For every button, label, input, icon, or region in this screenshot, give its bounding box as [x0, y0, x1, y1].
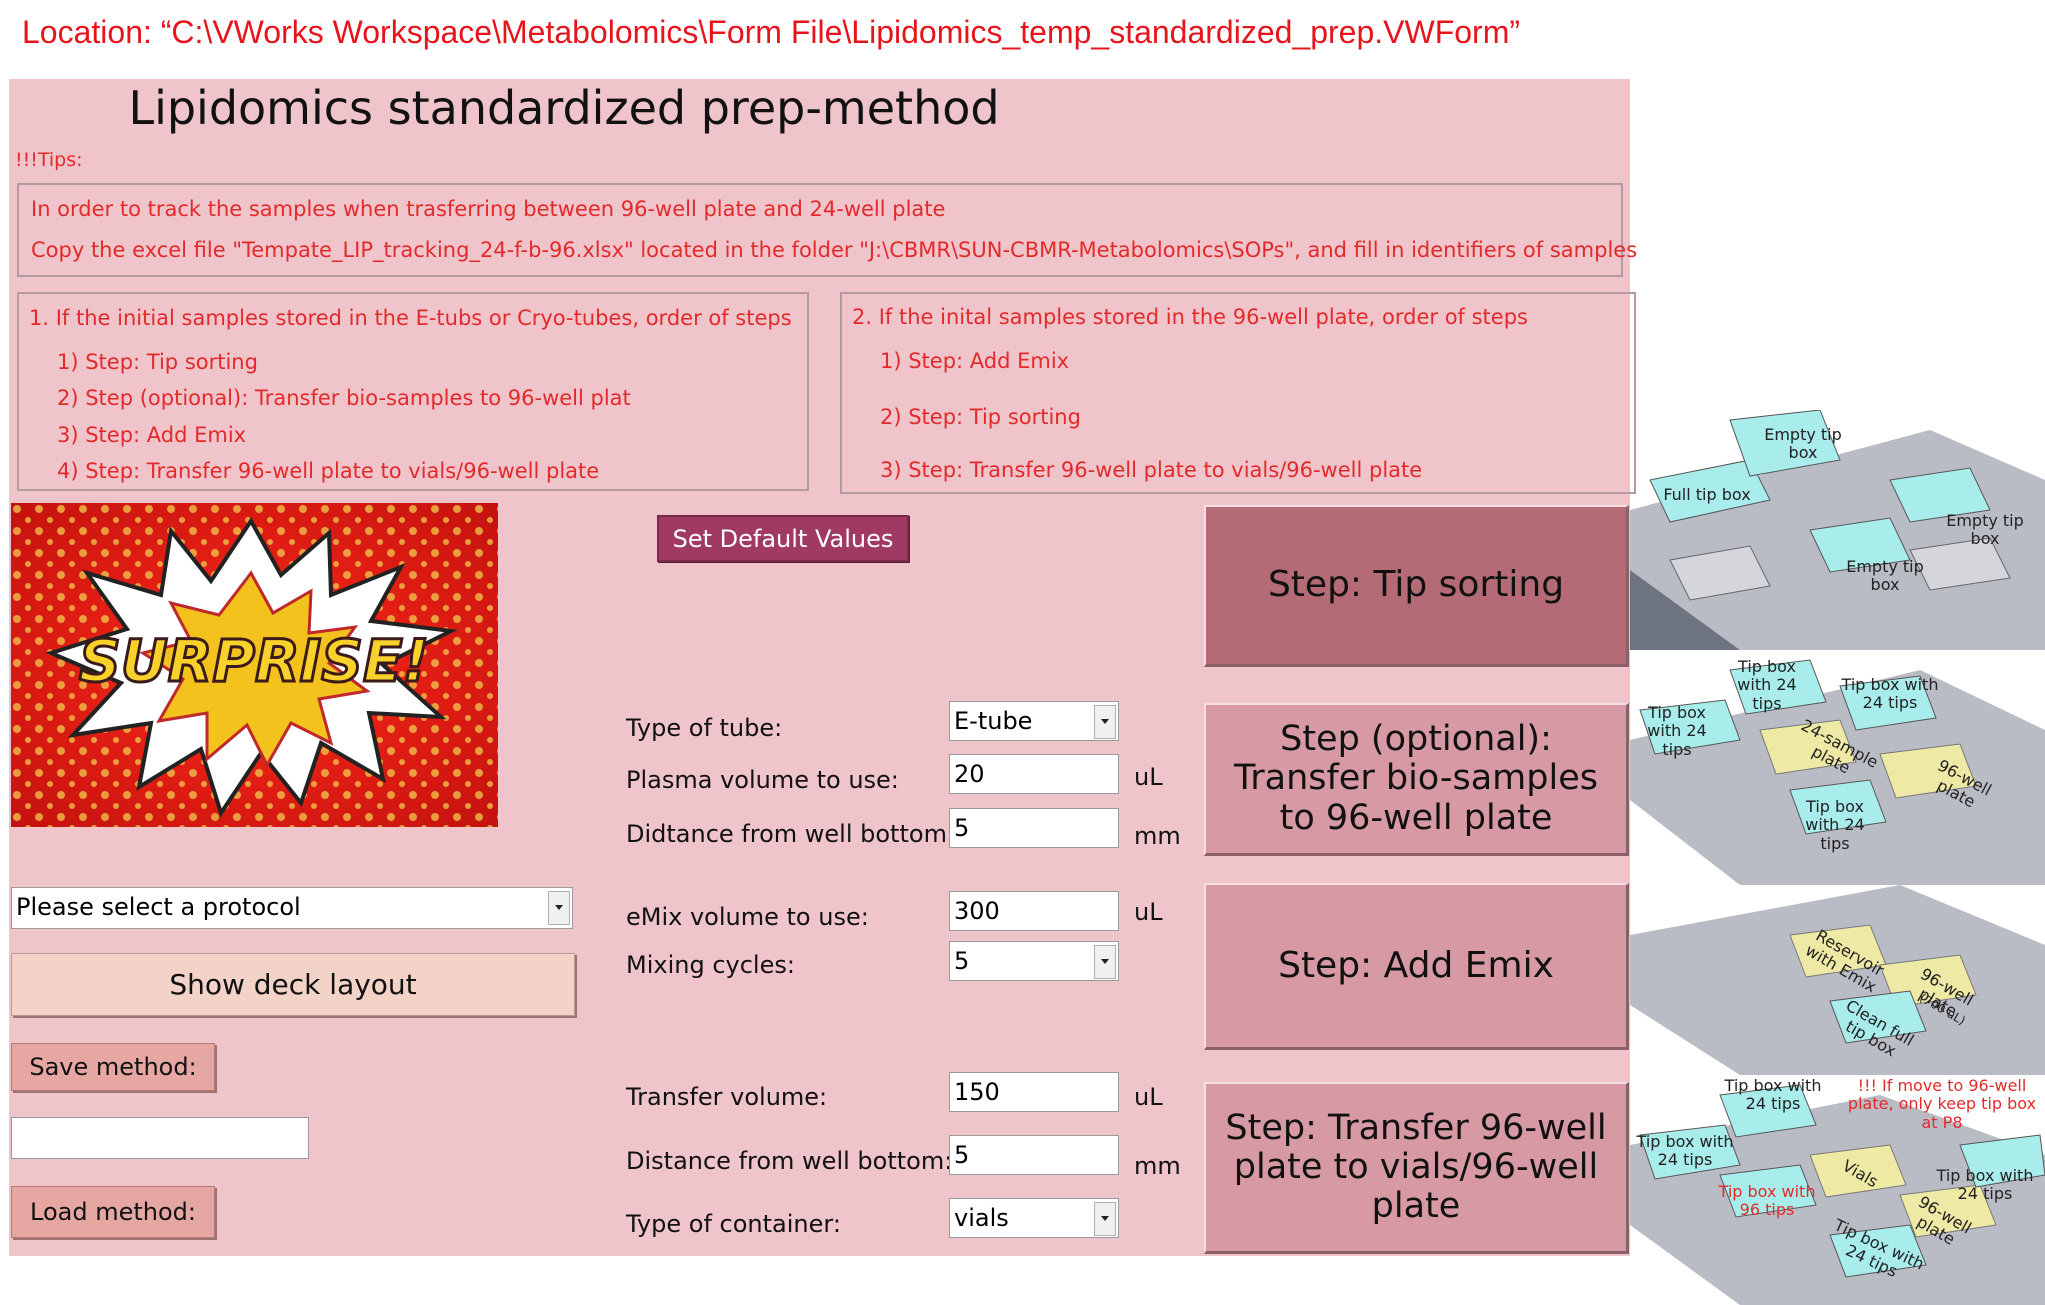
step-transfer-96-label: Step: Transfer 96-well plate to vials/96… [1225, 1107, 1607, 1227]
deck-image-add-emix: Reservoir with Emix 96-well plate (700 u… [1630, 885, 2045, 1075]
step-tip-sorting-button[interactable]: Step: Tip sorting [1204, 505, 1629, 667]
save-method-button[interactable]: Save method: [11, 1043, 215, 1091]
container-type-select[interactable]: vials [949, 1198, 1119, 1238]
plasma-volume-unit: uL [1134, 763, 1163, 791]
form-title: Lipidomics standardized prep-method [128, 81, 1000, 135]
emix-volume-input[interactable]: 300 [949, 891, 1119, 931]
deck4-label: Tip box with 24 tips [1936, 1166, 2034, 1204]
distance2-label: Distance from well bottom: [626, 1147, 953, 1175]
tips-box: In order to track the samples when trasf… [17, 183, 1637, 277]
step-tip-sorting-label: Step: Tip sorting [1267, 564, 1565, 606]
emix-volume-label: eMix volume to use: [626, 903, 869, 931]
location-caption: Location: “C:\VWorks Workspace\Metabolom… [22, 14, 1521, 50]
mixing-cycles-label: Mixing cycles: [626, 951, 795, 979]
plasma-volume-input[interactable]: 20 [949, 754, 1119, 794]
mixing-cycles-value: 5 [954, 947, 970, 975]
step-transfer-bio-button[interactable]: Step (optional): Transfer bio-samples to… [1204, 703, 1629, 856]
surprise-text: SURPRISE! [79, 627, 429, 695]
step-add-emix-label: Step: Add Emix [1278, 944, 1554, 986]
tube-type-select[interactable]: E-tube [949, 701, 1119, 741]
chevron-down-icon[interactable] [548, 891, 570, 925]
load-method-button[interactable]: Load method: [11, 1186, 215, 1238]
transfer-volume-label: Transfer volume: [626, 1083, 828, 1111]
tips-line-1: In order to track the samples when trasf… [31, 197, 946, 221]
vworks-form: Lipidomics standardized prep-method !!!T… [9, 79, 1637, 1256]
deck4-warning: !!! If move to 96-well plate, only keep … [1847, 1076, 2037, 1132]
deck1-label: Full tip box [1663, 485, 1751, 504]
deck4-label: Tip box with 96 tips [1718, 1182, 1816, 1220]
container-type-value: vials [954, 1204, 1009, 1232]
case1-step: 1) Step: Tip sorting [57, 350, 258, 374]
deck1-label: Empty tip box [1846, 557, 1924, 595]
step-transfer-bio-label: Step (optional): Transfer bio-samples to… [1234, 719, 1598, 838]
distance2-input[interactable]: 5 [949, 1135, 1119, 1175]
emix-volume-unit: uL [1134, 898, 1163, 926]
case1-box: 1. If the initial samples stored in the … [17, 292, 809, 491]
deck2-label: Tip box with 24 tips [1647, 703, 1707, 759]
case1-step: 2) Step (optional): Transfer bio-samples… [57, 386, 631, 410]
distance1-label: Didtance from well bottom: [626, 820, 956, 848]
deck4-label: Tip box with 24 tips [1724, 1076, 1822, 1114]
case2-box: 2. If the inital samples stored in the 9… [840, 292, 1636, 494]
chevron-down-icon[interactable] [1094, 945, 1116, 979]
container-type-label: Type of container: [626, 1210, 841, 1238]
mixing-cycles-select[interactable]: 5 [949, 941, 1119, 981]
protocol-select-value: Please select a protocol [16, 893, 301, 921]
set-default-values-button[interactable]: Set Default Values [657, 515, 909, 562]
chevron-down-icon[interactable] [1094, 1202, 1116, 1236]
transfer-volume-input[interactable]: 150 [949, 1072, 1119, 1112]
distance1-input[interactable]: 5 [949, 808, 1119, 848]
chevron-down-icon[interactable] [1094, 705, 1116, 739]
deck-image-transfer-96: Tip box with 24 tips !!! If move to 96-w… [1630, 1075, 2045, 1305]
case1-step: 4) Step: Transfer 96-well plate to vials… [57, 459, 600, 483]
case2-heading: 2. If the inital samples stored in the 9… [852, 305, 1528, 329]
deck1-label: Empty tip box [1946, 511, 2024, 549]
distance2-unit: mm [1134, 1152, 1181, 1180]
case1-heading: 1. If the initial samples stored in the … [29, 306, 792, 330]
distance1-unit: mm [1134, 822, 1181, 850]
step-add-emix-button[interactable]: Step: Add Emix [1204, 883, 1629, 1050]
show-deck-layout-button[interactable]: Show deck layout [11, 953, 575, 1016]
case2-step: 2) Step: Tip sorting [880, 405, 1081, 429]
step-transfer-96-button[interactable]: Step: Transfer 96-well plate to vials/96… [1204, 1082, 1629, 1254]
deck2-label: Tip box with 24 tips [1737, 657, 1797, 713]
case2-step: 1) Step: Add Emix [880, 349, 1070, 373]
transfer-volume-unit: uL [1134, 1083, 1163, 1111]
plasma-volume-label: Plasma volume to use: [626, 766, 899, 794]
surprise-image: SURPRISE! [11, 503, 498, 827]
deck2-label: Tip box with 24 tips [1805, 797, 1865, 853]
deck-image-tip-sorting: Empty tip box Full tip box Empty tip box… [1630, 410, 2045, 650]
deck1-label: Empty tip box [1764, 425, 1842, 463]
tips-line-2: Copy the excel file "Tempate_LIP_trackin… [31, 238, 1638, 262]
tips-label: !!!Tips: [15, 149, 83, 171]
protocol-select[interactable]: Please select a protocol [11, 887, 573, 929]
case2-step: 3) Step: Transfer 96-well plate to vials… [880, 458, 1423, 482]
deck-illustration [1630, 885, 2045, 1075]
case1-step: 3) Step: Add Emix [57, 423, 247, 447]
tube-type-label: Type of tube: [626, 714, 783, 742]
surprise-graphic: SURPRISE! [11, 503, 498, 827]
deck-image-transfer-bio: Tip box with 24 tips Tip box with 24 tip… [1630, 650, 2045, 885]
deck2-label: Tip box with 24 tips [1841, 675, 1939, 713]
tube-type-value: E-tube [954, 707, 1033, 735]
deck4-label: Tip box with 24 tips [1636, 1132, 1734, 1170]
save-method-input[interactable] [11, 1117, 309, 1159]
